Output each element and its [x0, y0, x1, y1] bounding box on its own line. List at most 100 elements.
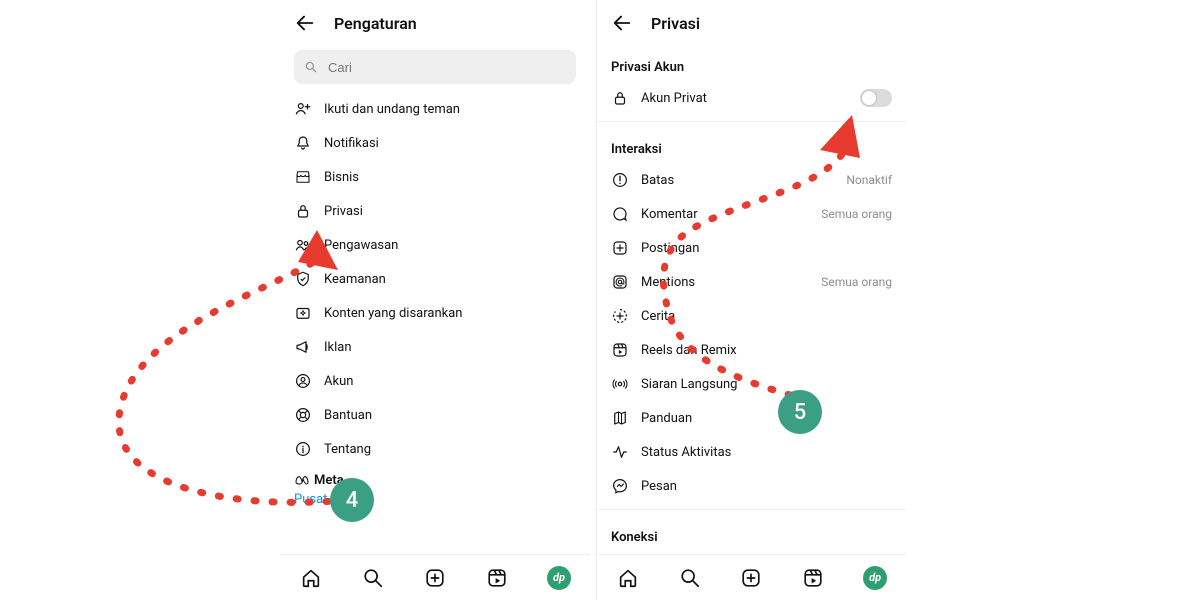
limit-icon	[611, 171, 629, 189]
settings-item-suggested-content[interactable]: Konten yang disarankan	[294, 296, 576, 330]
privacy-item-label: Postingan	[641, 241, 892, 256]
reels-icon	[611, 341, 629, 359]
header: Privasi	[597, 0, 906, 46]
search-icon[interactable]	[678, 566, 702, 590]
settings-item-label: Privasi	[324, 204, 576, 219]
settings-item-privacy[interactable]: Privasi	[294, 194, 576, 228]
privacy-item-trail: Nonaktif	[846, 173, 892, 187]
settings-item-supervision[interactable]: Pengawasan	[294, 228, 576, 262]
mention-icon	[611, 273, 629, 291]
page-title: Pengaturan	[334, 14, 417, 33]
settings-item-label: Keamanan	[324, 272, 576, 287]
activity-icon	[611, 443, 629, 461]
back-icon[interactable]	[294, 12, 316, 34]
search-icon	[304, 60, 318, 74]
privacy-item-label: Pesan	[641, 479, 892, 494]
privacy-item-label: Status Aktivitas	[641, 445, 892, 460]
settings-item-follow-invite[interactable]: Ikuti dan undang teman	[294, 92, 576, 126]
header: Pengaturan	[280, 0, 590, 46]
lock-icon	[611, 89, 629, 107]
lock-icon	[294, 202, 312, 220]
privacy-item-mentions[interactable]: Mentions Semua orang	[611, 265, 892, 299]
bottom-nav: dp	[597, 554, 906, 600]
story-plus-icon	[611, 307, 629, 325]
privacy-item-limits[interactable]: Batas Nonaktif	[611, 163, 892, 197]
privacy-item-story[interactable]: Cerita	[611, 299, 892, 333]
profile-avatar[interactable]: dp	[863, 566, 887, 590]
settings-item-label: Ikuti dan undang teman	[324, 102, 576, 117]
privacy-item-live[interactable]: Siaran Langsung	[611, 367, 892, 401]
settings-item-ads[interactable]: Iklan	[294, 330, 576, 364]
privacy-item-label: Mentions	[641, 275, 809, 290]
plus-box-icon	[611, 239, 629, 257]
megaphone-icon	[294, 338, 312, 356]
search-field[interactable]	[326, 59, 566, 76]
settings-item-label: Tentang	[324, 442, 576, 457]
home-icon[interactable]	[616, 566, 640, 590]
privacy-item-trail: Semua orang	[821, 275, 892, 289]
search-input[interactable]	[294, 50, 576, 84]
home-icon[interactable]	[299, 566, 323, 590]
page-title: Privasi	[651, 14, 700, 33]
profile-avatar[interactable]: dp	[547, 566, 571, 590]
privacy-item-label: Siaran Langsung	[641, 377, 892, 392]
people-icon	[294, 236, 312, 254]
messenger-icon	[611, 477, 629, 495]
settings-item-account[interactable]: Akun	[294, 364, 576, 398]
comment-icon	[611, 205, 629, 223]
private-account-toggle[interactable]	[860, 89, 892, 107]
bottom-nav: dp	[280, 554, 590, 600]
reels-icon[interactable]	[801, 566, 825, 590]
settings-item-help[interactable]: Bantuan	[294, 398, 576, 432]
privacy-item-guides[interactable]: Panduan	[611, 401, 892, 435]
private-account-toggle-row[interactable]: Akun Privat	[611, 81, 892, 115]
add-icon[interactable]	[423, 566, 447, 590]
annotation-badge-4: 4	[330, 478, 374, 522]
lifebuoy-icon	[294, 406, 312, 424]
settings-screen: Pengaturan Ikuti dan undang teman Notifi…	[280, 0, 590, 600]
settings-item-business[interactable]: Bisnis	[294, 160, 576, 194]
privacy-item-comments[interactable]: Komentar Semua orang	[611, 197, 892, 231]
user-plus-icon	[294, 100, 312, 118]
reels-icon[interactable]	[485, 566, 509, 590]
privacy-item-label: Batas	[641, 173, 834, 188]
settings-item-label: Bantuan	[324, 408, 576, 423]
info-icon	[294, 440, 312, 458]
section-account-privacy: Privasi Akun	[597, 46, 906, 81]
interactions-list: Batas Nonaktif Komentar Semua orang Post…	[597, 163, 906, 503]
settings-item-label: Konten yang disarankan	[324, 306, 576, 321]
annotation-badge-5: 5	[778, 390, 822, 434]
privacy-item-trail: Semua orang	[821, 207, 892, 221]
settings-item-security[interactable]: Keamanan	[294, 262, 576, 296]
privacy-screen: Privasi Privasi Akun Akun Privat Interak…	[596, 0, 906, 600]
shield-icon	[294, 270, 312, 288]
privacy-item-label: Komentar	[641, 207, 809, 222]
privacy-item-label: Panduan	[641, 411, 892, 426]
privacy-item-activity-status[interactable]: Status Aktivitas	[611, 435, 892, 469]
search-icon[interactable]	[361, 566, 385, 590]
section-connections: Koneksi	[597, 516, 906, 551]
privacy-item-posts[interactable]: Postingan	[611, 231, 892, 265]
settings-list: Ikuti dan undang teman Notifikasi Bisnis…	[280, 92, 590, 466]
back-icon[interactable]	[611, 12, 633, 34]
settings-item-label: Iklan	[324, 340, 576, 355]
section-interactions: Interaksi	[597, 128, 906, 163]
private-account-label: Akun Privat	[641, 91, 848, 106]
settings-item-label: Pengawasan	[324, 238, 576, 253]
user-circle-icon	[294, 372, 312, 390]
privacy-item-reels[interactable]: Reels dan Remix	[611, 333, 892, 367]
sparkle-icon	[294, 304, 312, 322]
shop-icon	[294, 168, 312, 186]
settings-item-notifications[interactable]: Notifikasi	[294, 126, 576, 160]
map-icon	[611, 409, 629, 427]
privacy-item-label: Cerita	[641, 309, 892, 324]
meta-section: Meta Pusat Akun	[280, 466, 590, 507]
add-icon[interactable]	[739, 566, 763, 590]
privacy-item-messages[interactable]: Pesan	[611, 469, 892, 503]
settings-item-label: Bisnis	[324, 170, 576, 185]
settings-item-about[interactable]: Tentang	[294, 432, 576, 466]
live-icon	[611, 375, 629, 393]
settings-item-label: Notifikasi	[324, 136, 576, 151]
privacy-item-label: Reels dan Remix	[641, 343, 892, 358]
settings-item-label: Akun	[324, 374, 576, 389]
